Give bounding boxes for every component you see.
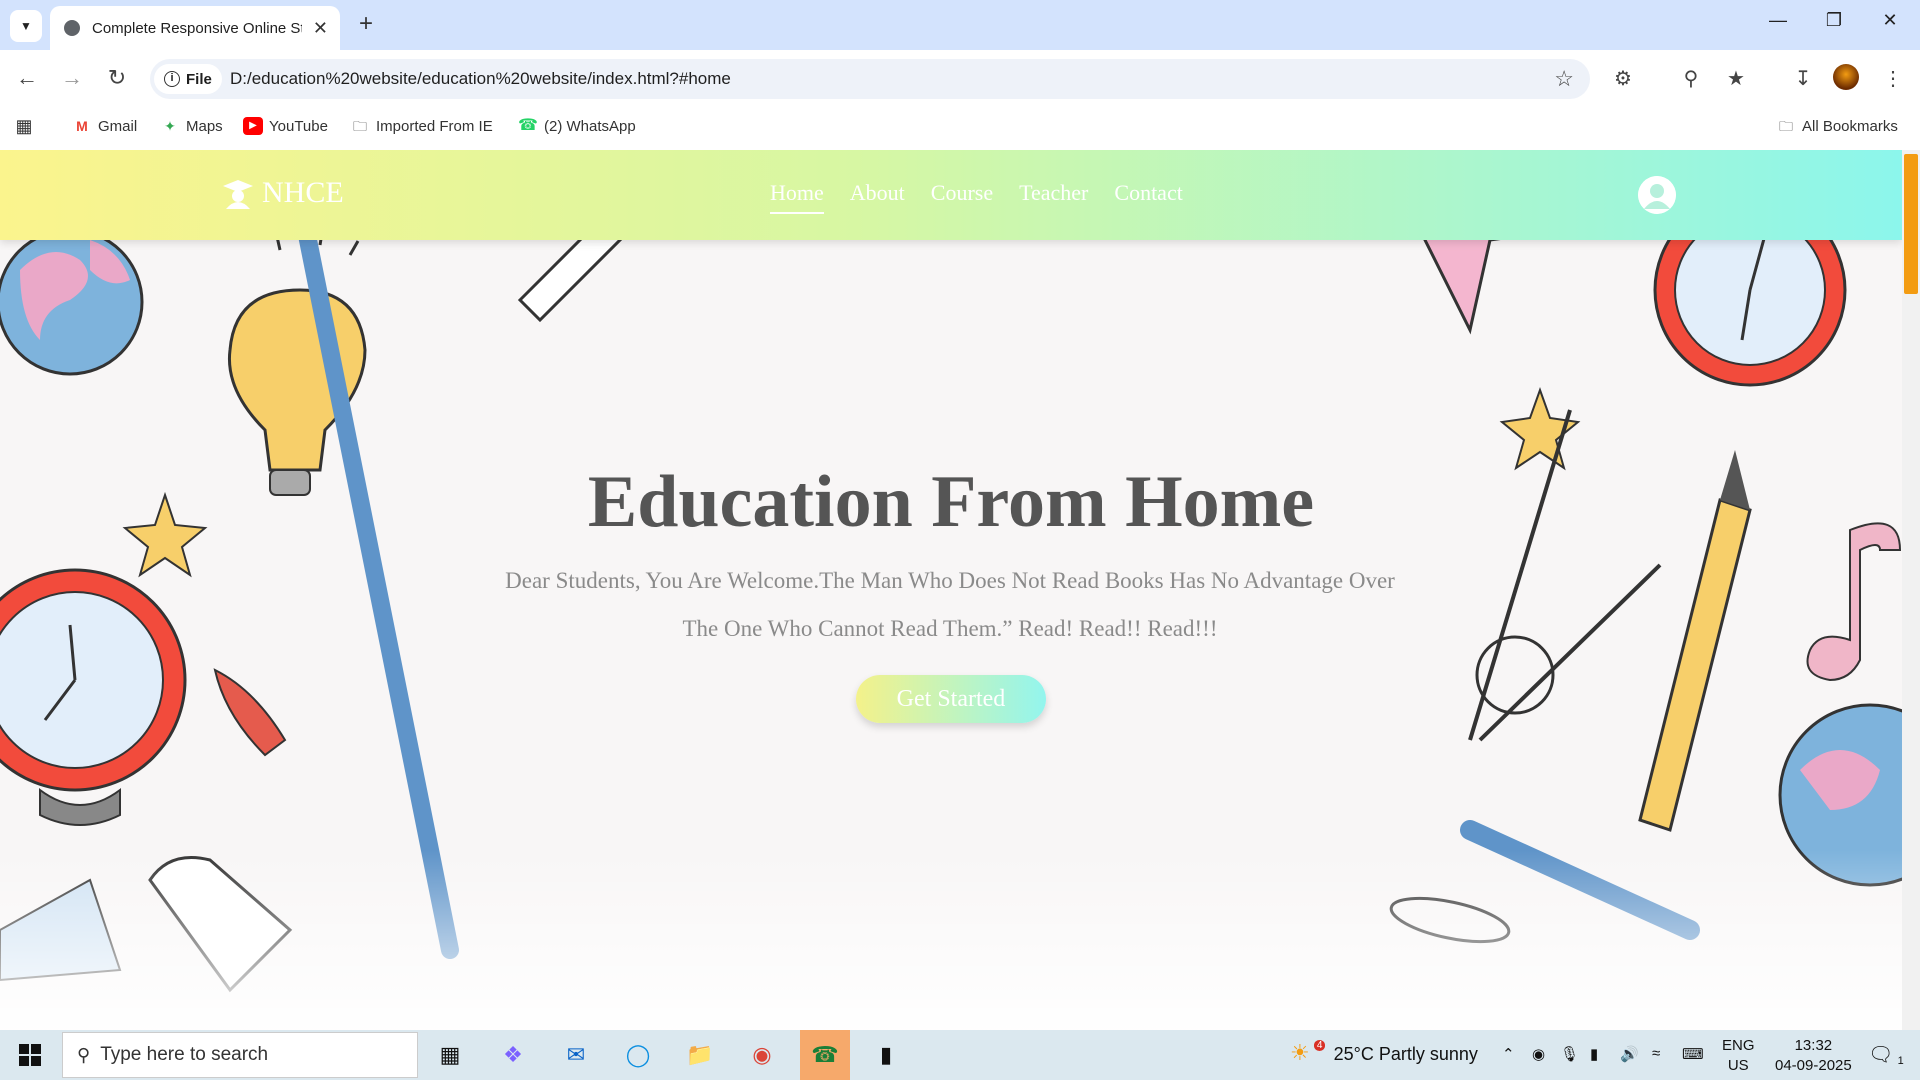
wifi-icon[interactable]: ≈ [1652,1045,1660,1062]
meet-icon[interactable]: ◉ [1532,1045,1545,1063]
close-window-button[interactable]: ✕ [1870,10,1910,31]
music-note-icon [1806,522,1902,682]
nav-contact[interactable]: Contact [1114,180,1182,214]
taskbar-search[interactable]: ⚲ Type here to search [62,1032,418,1078]
keyboard-icon[interactable]: ⌨ [1682,1045,1704,1063]
url-text[interactable]: D:/education%20website/education%20websi… [230,69,731,89]
web-page: NHCE Home About Course Teacher Contact E… [0,150,1902,1030]
globe-icon [0,228,144,376]
microphone-icon[interactable]: 🎙 [1560,1045,1579,1063]
windows-taskbar: ⚲ Type here to search ▦ ❖ ✉ ◯ 📁 ◉ ☎ ▮ ☀ … [0,1030,1920,1080]
tab-title: Complete Responsive Online St [92,19,302,37]
extensions-icon[interactable]: ⚙ [1608,66,1638,91]
folder-icon: 🗀 [353,118,367,134]
star-icon [1499,387,1581,471]
user-account-icon[interactable] [1638,176,1676,214]
nav-course[interactable]: Course [931,180,993,214]
graduate-user-icon [223,180,253,209]
globe-icon [64,20,80,36]
terminal-icon[interactable]: ▮ [866,1038,906,1072]
edge-icon[interactable]: ◯ [618,1038,658,1072]
weather-sun-icon: ☀ [1290,1040,1310,1065]
browser-toolbar: ← → ↻ i File D:/education%20website/educa… [0,50,1920,107]
notification-icon[interactable]: 🗨 1 [1868,1042,1904,1067]
scrollbar-thumb[interactable] [1904,154,1918,294]
bookmark-imported-ie[interactable]: 🗀 Imported From IE [350,117,493,135]
bookmark-whatsapp[interactable]: ☎ (2) WhatsApp [518,117,636,135]
reload-icon[interactable]: ↻ [102,65,132,91]
favorites-icon[interactable]: ★ [1721,66,1751,91]
battery-icon[interactable]: ▮ [1590,1045,1598,1063]
download-icon[interactable]: ↧ [1788,66,1818,91]
gmail-icon: M [76,118,88,134]
page-scrollbar[interactable] [1902,150,1920,1030]
volume-icon[interactable]: 🔊 [1620,1045,1639,1063]
alarm-clock-icon [0,568,187,826]
address-bar[interactable]: i File D:/education%20website/education%2… [150,59,1590,99]
clock[interactable]: 13:32 04-09-2025 [1775,1036,1852,1076]
menu-dots-icon[interactable]: ⋮ [1878,66,1908,91]
chrome-icon[interactable]: ◉ [742,1038,782,1072]
minimize-button[interactable]: — [1758,10,1798,31]
file-explorer-icon[interactable]: 📁 [680,1038,720,1072]
hero-description: Dear Students, You Are Welcome.The Man W… [505,568,1395,641]
get-started-button[interactable]: Get Started [856,675,1046,723]
all-bookmarks[interactable]: 🗀 All Bookmarks [1776,117,1898,135]
maps-icon: ✦ [164,118,176,134]
paintbrush-icon [213,150,459,959]
whatsapp-icon[interactable]: ☎ [800,1030,850,1080]
mail-icon[interactable]: ✉ [556,1038,596,1072]
profile-avatar[interactable] [1833,64,1859,90]
active-tab[interactable]: Complete Responsive Online St ✕ [50,6,340,50]
site-logo[interactable]: NHCE [222,176,344,210]
weather-widget[interactable]: ☀ 4 25°C Partly sunny [1290,1040,1478,1066]
task-view-icon[interactable]: ▦ [430,1038,470,1072]
close-tab-icon[interactable]: ✕ [313,18,328,39]
nav-about[interactable]: About [850,180,905,214]
windows-start-icon[interactable] [10,1038,50,1072]
site-header: NHCE Home About Course Teacher Contact [0,150,1902,240]
bookmark-maps[interactable]: ✦ Maps [160,117,223,135]
youtube-icon: ▶ [243,117,263,135]
apps-grid-icon[interactable]: ▦ [14,117,40,135]
chevron-down-icon: ▼ [20,19,32,33]
chevron-up-icon[interactable]: ⌃ [1502,1045,1515,1063]
hero-title: Education From Home [587,461,1315,543]
whatsapp-icon: ☎ [518,117,538,134]
language-indicator[interactable]: ENG US [1722,1036,1755,1076]
restore-button[interactable]: ❐ [1814,10,1854,31]
bookmark-youtube[interactable]: ▶ YouTube [243,117,328,135]
forward-arrow-icon[interactable]: → [57,65,87,91]
copilot-icon[interactable]: ❖ [493,1038,533,1072]
password-key-icon[interactable]: ⚲ [1676,66,1706,91]
bookmark-star-icon[interactable]: ☆ [1554,66,1574,92]
bookmark-gmail[interactable]: M Gmail [72,117,137,135]
search-icon: ⚲ [77,1044,91,1065]
tab-strip: ▼ Complete Responsive Online St ✕ + — ❐ … [0,0,1920,50]
nav-home[interactable]: Home [770,180,824,214]
main-nav: Home About Course Teacher Contact [770,180,1209,214]
nav-teacher[interactable]: Teacher [1019,180,1088,214]
info-icon: i [164,71,180,87]
folder-icon: 🗀 [1779,118,1793,134]
new-tab-button[interactable]: + [352,10,380,38]
tab-search-button[interactable]: ▼ [10,10,42,42]
site-info-chip[interactable]: i File [154,64,222,94]
bookmarks-bar: ▦ M Gmail ✦ Maps ▶ YouTube 🗀 Imported From I… [0,107,1920,150]
back-arrow-icon[interactable]: ← [12,65,42,91]
